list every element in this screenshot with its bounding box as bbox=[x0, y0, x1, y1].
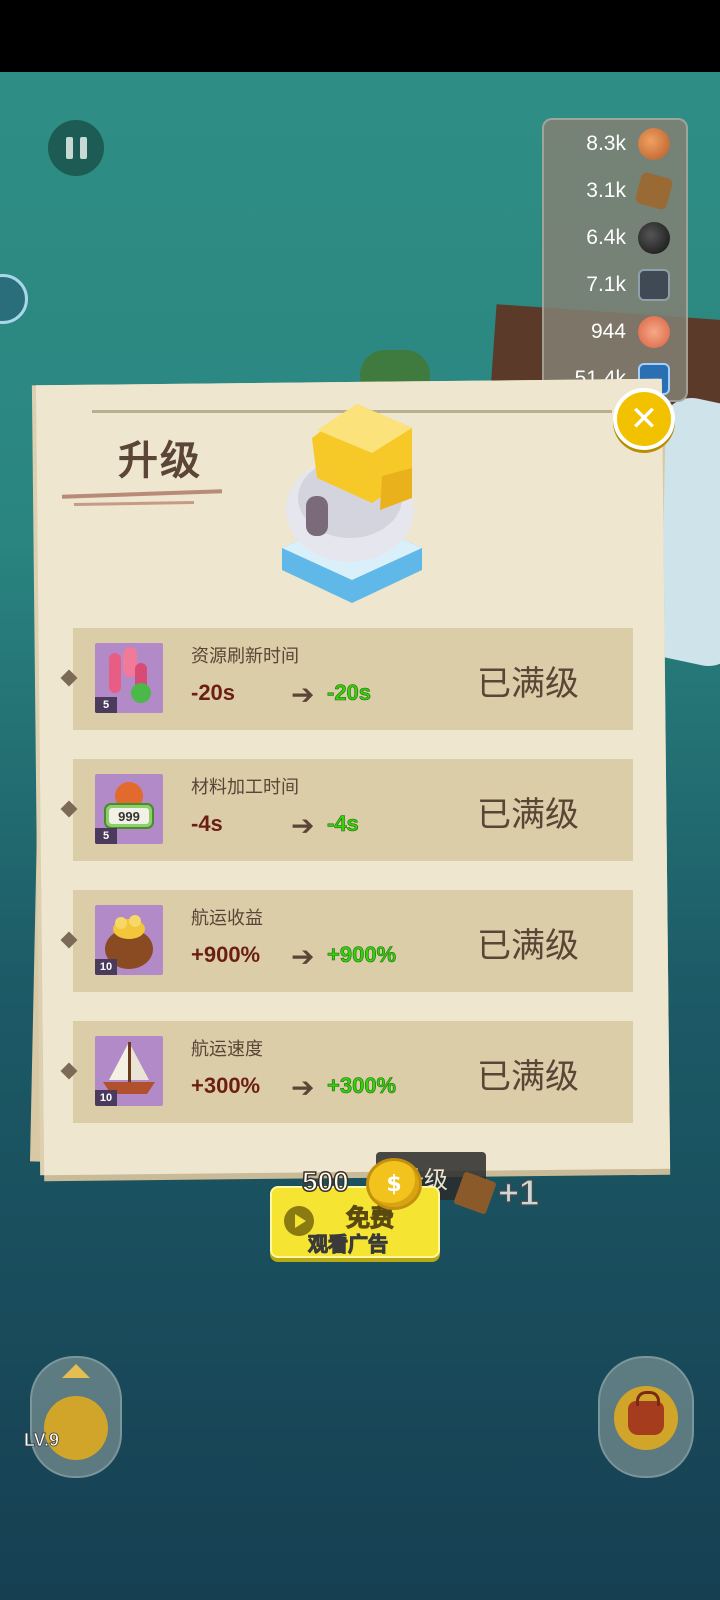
status-bar bbox=[0, 0, 720, 72]
row-label: 航运收益 bbox=[191, 908, 263, 929]
backpack-icon bbox=[614, 1386, 678, 1450]
backpack-button[interactable] bbox=[598, 1356, 694, 1478]
resource-row: 6.4k bbox=[544, 218, 686, 258]
pause-button[interactable] bbox=[48, 120, 104, 176]
resource-panel: 8.3k 3.1k 6.4k 7.1k 944 51.4k bbox=[542, 118, 688, 402]
pause-icon-bar bbox=[79, 137, 87, 159]
upgrade-arrow-icon bbox=[62, 1364, 90, 1378]
resource-value: 944 bbox=[590, 320, 626, 343]
next-value: +300% bbox=[327, 1073, 397, 1099]
row-label: 资源刷新时间 bbox=[191, 646, 299, 667]
resource-row: 7.1k bbox=[544, 265, 686, 305]
next-value: -4s bbox=[327, 811, 359, 837]
wood-cube-icon bbox=[634, 171, 674, 211]
max-level-status: 已满级 bbox=[477, 1057, 579, 1097]
svg-text:999: 999 bbox=[118, 809, 140, 824]
arrow-right-icon: ➔ bbox=[291, 940, 315, 973]
item-level-badge: 10 bbox=[95, 959, 117, 975]
item-level-badge: 5 bbox=[95, 828, 117, 844]
item-level-badge: 10 bbox=[95, 1090, 117, 1106]
resource-value: 6.4k bbox=[586, 226, 626, 249]
close-button[interactable]: ✕ bbox=[613, 388, 675, 450]
arrow-right-icon: ➔ bbox=[291, 1071, 315, 1104]
resource-row: 944 bbox=[544, 312, 686, 352]
row-label: 航运速度 bbox=[191, 1039, 263, 1060]
upgrade-row: 999 5 材料加工时间 -4s ➔ -4s 已满级 bbox=[60, 759, 633, 861]
arrow-right-icon: ➔ bbox=[291, 678, 315, 711]
next-value: +900% bbox=[327, 942, 397, 968]
building-icon bbox=[282, 404, 422, 603]
bomb-icon bbox=[638, 222, 670, 254]
sailboat-icon: 10 bbox=[95, 1036, 163, 1106]
iron-block-icon bbox=[638, 269, 670, 301]
current-value: +300% bbox=[191, 1073, 261, 1098]
ore-999-icon: 999 5 bbox=[95, 774, 163, 844]
row-label: 材料加工时间 bbox=[191, 777, 299, 798]
current-value: -4s bbox=[191, 811, 223, 836]
gold-coin-icon: $ bbox=[366, 1158, 422, 1210]
max-level-status: 已满级 bbox=[477, 664, 579, 704]
side-avatar[interactable] bbox=[0, 274, 28, 324]
salmon-steak-icon bbox=[638, 316, 670, 348]
resource-value: 3.1k bbox=[586, 179, 626, 202]
level-label: LV.9 bbox=[24, 1430, 60, 1451]
fishing-rod-level-button[interactable] bbox=[30, 1356, 122, 1478]
coin-price: 500 bbox=[301, 1165, 349, 1198]
resource-row: 8.3k bbox=[544, 124, 686, 164]
current-value: +900% bbox=[191, 942, 261, 967]
dialog-title: 升级 bbox=[118, 438, 202, 484]
resource-value: 8.3k bbox=[586, 132, 626, 155]
gold-sack-icon: 10 bbox=[95, 905, 163, 975]
arrow-right-icon: ➔ bbox=[291, 809, 315, 842]
close-icon: ✕ bbox=[629, 399, 659, 439]
resource-value: 7.1k bbox=[586, 273, 626, 296]
upgrade-row: 10 航运收益 +900% ➔ +900% 已满级 bbox=[60, 890, 633, 992]
max-level-status: 已满级 bbox=[477, 926, 579, 966]
next-value: -20s bbox=[327, 680, 372, 706]
current-value: -20s bbox=[191, 680, 236, 705]
max-level-status: 已满级 bbox=[477, 795, 579, 835]
upgrade-row: 5 资源刷新时间 -20s ➔ -20s 已满级 bbox=[60, 628, 633, 730]
item-level-badge: 5 bbox=[95, 697, 117, 713]
resource-row: 3.1k bbox=[544, 171, 686, 211]
pause-icon-bar bbox=[65, 137, 73, 159]
watch-ad-label: 观看广告 bbox=[308, 1232, 389, 1257]
upgrade-row: 10 航运速度 +300% ➔ +300% 已满级 bbox=[60, 1021, 633, 1123]
plus-one-text: +1 bbox=[497, 1171, 540, 1213]
coral-refresh-icon: 5 bbox=[95, 643, 163, 713]
copper-ore-icon bbox=[638, 128, 670, 160]
